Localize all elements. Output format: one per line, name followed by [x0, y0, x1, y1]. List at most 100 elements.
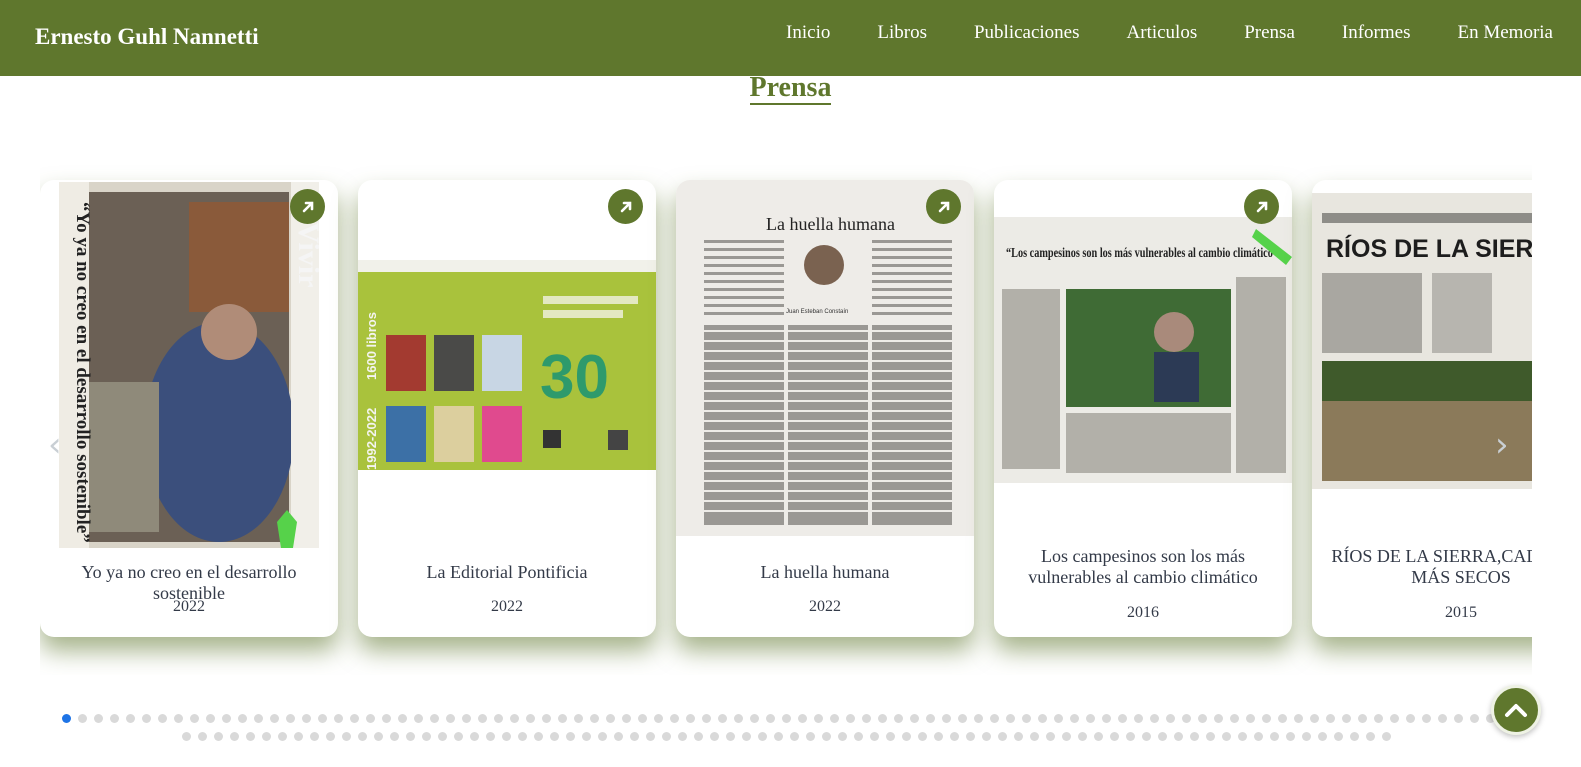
pagination-dot[interactable] — [629, 732, 639, 741]
pagination-dot[interactable] — [773, 732, 783, 741]
press-carousel[interactable]: “Yo ya no creo en el desarrollo sostenib… — [40, 155, 1532, 675]
pagination-dot[interactable] — [405, 732, 415, 741]
pagination-dot[interactable] — [725, 732, 735, 741]
press-clipping-image[interactable]: RÍOS DE LA SIERRA, CADA VEZ — [1312, 180, 1532, 550]
pagination-dot[interactable] — [469, 732, 479, 741]
pagination-dot[interactable] — [813, 714, 823, 723]
pagination-dot[interactable] — [885, 732, 895, 741]
pagination-dot[interactable] — [533, 732, 543, 741]
press-clipping-image[interactable]: “Los campesinos son los más vulnerables … — [994, 180, 1292, 550]
pagination-dot[interactable] — [805, 732, 815, 741]
pagination-dot[interactable] — [573, 714, 583, 723]
site-brand[interactable]: Ernesto Guhl Nannetti — [35, 24, 259, 50]
carousel-prev-button[interactable]: ‹ — [48, 425, 62, 465]
pagination-dot[interactable] — [925, 714, 935, 723]
pagination-dot[interactable] — [949, 732, 959, 741]
pagination-dot[interactable] — [701, 714, 711, 723]
pagination-dot[interactable] — [1149, 714, 1159, 723]
pagination-dot[interactable] — [1205, 732, 1215, 741]
pagination-dot[interactable] — [1317, 732, 1327, 741]
pagination-dot[interactable] — [1029, 732, 1039, 741]
pagination-dot[interactable] — [1325, 714, 1335, 723]
pagination-dot[interactable] — [597, 732, 607, 741]
pagination-dot[interactable] — [173, 714, 183, 723]
press-clipping-image[interactable]: “Yo ya no creo en el desarrollo sostenib… — [40, 180, 338, 550]
pagination-dot[interactable] — [1013, 732, 1023, 741]
pagination-dot[interactable] — [845, 714, 855, 723]
pagination-dot[interactable] — [1373, 714, 1383, 723]
pagination-dot[interactable] — [1109, 732, 1119, 741]
pagination-dot[interactable] — [989, 714, 999, 723]
pagination-dot[interactable] — [365, 714, 375, 723]
pagination-dot[interactable] — [1309, 714, 1319, 723]
pagination-dot[interactable] — [1061, 732, 1071, 741]
pagination-dot[interactable] — [749, 714, 759, 723]
pagination-dot[interactable] — [1077, 732, 1087, 741]
pagination-dot[interactable] — [1277, 714, 1287, 723]
pagination-dot[interactable] — [1141, 732, 1151, 741]
pagination-dot[interactable] — [685, 714, 695, 723]
pagination-dot[interactable] — [581, 732, 591, 741]
pagination-dot[interactable] — [1181, 714, 1191, 723]
pagination-dot[interactable] — [1341, 714, 1351, 723]
pagination-dot[interactable] — [1237, 732, 1247, 741]
pagination-dot[interactable] — [421, 732, 431, 741]
pagination-dot[interactable] — [637, 714, 647, 723]
pagination-dot[interactable] — [357, 732, 367, 741]
pagination-dot[interactable] — [1349, 732, 1359, 741]
pagination-dot[interactable] — [765, 714, 775, 723]
pagination-dot[interactable] — [693, 732, 703, 741]
pagination-dot[interactable] — [1189, 732, 1199, 741]
pagination-dot[interactable] — [141, 714, 151, 723]
pagination-dot[interactable] — [733, 714, 743, 723]
pagination-dot[interactable] — [205, 714, 215, 723]
pagination-dot[interactable] — [997, 732, 1007, 741]
pagination-dot[interactable] — [309, 732, 319, 741]
pagination-dot[interactable] — [677, 732, 687, 741]
pagination-dot[interactable] — [1093, 732, 1103, 741]
pagination-dot[interactable] — [613, 732, 623, 741]
pagination-dot[interactable] — [1285, 732, 1295, 741]
pagination-dot[interactable] — [333, 714, 343, 723]
press-card[interactable]: “Yo ya no creo en el desarrollo sostenib… — [40, 180, 338, 637]
pagination-dot[interactable] — [1357, 714, 1367, 723]
pagination-dot[interactable] — [381, 714, 391, 723]
press-card-title[interactable]: La huella humana — [680, 562, 970, 583]
pagination-dot[interactable] — [1069, 714, 1079, 723]
press-clipping-image[interactable]: 1600 libros 1992-2022 30 — [358, 180, 656, 550]
pagination-dot[interactable] — [1213, 714, 1223, 723]
pagination-dot[interactable] — [269, 714, 279, 723]
pagination-dot[interactable] — [253, 714, 263, 723]
pagination-dot[interactable] — [1437, 714, 1447, 723]
pagination-dot[interactable] — [245, 732, 255, 741]
pagination-dot[interactable] — [869, 732, 879, 741]
carousel-next-button[interactable]: › — [1495, 425, 1509, 465]
pagination-dot[interactable] — [1365, 732, 1375, 741]
pagination-dot[interactable] — [605, 714, 615, 723]
pagination-dot[interactable] — [1469, 714, 1479, 723]
pagination-dot[interactable] — [789, 732, 799, 741]
pagination-dot[interactable] — [565, 732, 575, 741]
pagination-dot[interactable] — [413, 714, 423, 723]
pagination-dot[interactable] — [877, 714, 887, 723]
pagination-dot[interactable] — [1405, 714, 1415, 723]
pagination-dot[interactable] — [741, 732, 751, 741]
pagination-dot[interactable] — [341, 732, 351, 741]
pagination-dot[interactable] — [1253, 732, 1263, 741]
pagination-dot[interactable] — [1269, 732, 1279, 741]
pagination-dot[interactable] — [557, 714, 567, 723]
pagination-dot[interactable] — [661, 732, 671, 741]
open-link-button[interactable] — [290, 189, 325, 224]
nav-link-en-memoria[interactable]: En Memoria — [1457, 22, 1553, 44]
pagination-dot[interactable] — [1381, 732, 1391, 741]
pagination-dot[interactable] — [917, 732, 927, 741]
pagination-dot[interactable] — [437, 732, 447, 741]
pagination-dot[interactable] — [933, 732, 943, 741]
pagination-dot[interactable] — [493, 714, 503, 723]
pagination-dot[interactable] — [965, 732, 975, 741]
pagination-dot[interactable] — [709, 732, 719, 741]
pagination-dot[interactable] — [781, 714, 791, 723]
pagination-dot[interactable] — [61, 714, 71, 723]
pagination-dot[interactable] — [941, 714, 951, 723]
pagination-dot[interactable] — [901, 732, 911, 741]
